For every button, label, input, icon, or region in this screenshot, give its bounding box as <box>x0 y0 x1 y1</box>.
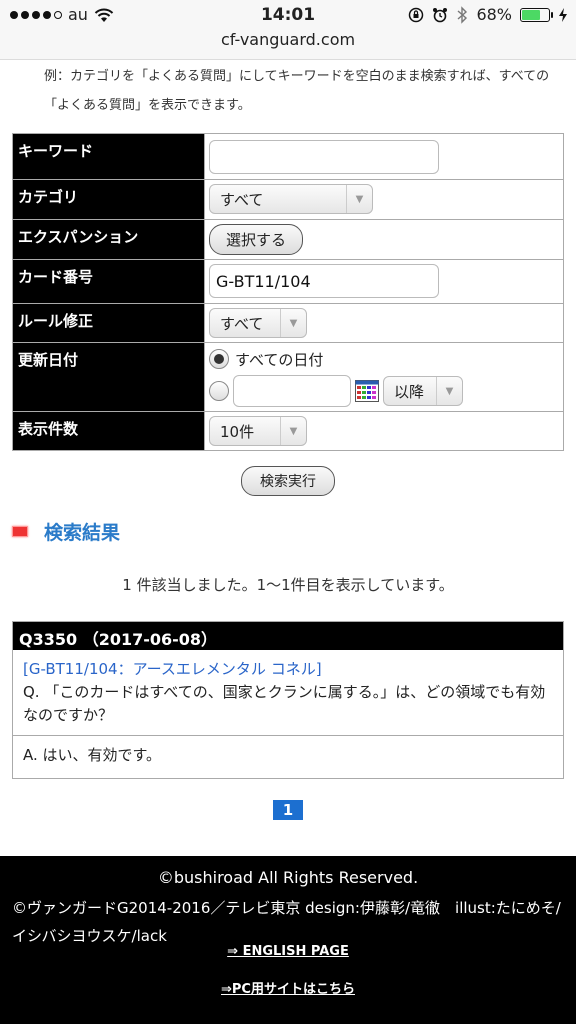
intro-text: 例：カテゴリを「よくある質問」にしてキーワードを空白のまま検索すれば、すべての「… <box>44 69 550 113</box>
address-bar-url[interactable]: cf-vanguard.com <box>0 30 576 49</box>
status-bar: au 14:01 68% cf-vanguard.com <box>0 0 576 60</box>
date-input[interactable] <box>233 375 351 407</box>
charging-icon <box>559 7 567 22</box>
result-header: Q3350 （2017-06-08） <box>13 622 563 650</box>
count-label: 表示件数 <box>12 411 205 451</box>
chevron-down-icon: ▼ <box>280 417 306 445</box>
rotation-lock-icon <box>409 7 424 22</box>
chevron-down-icon: ▼ <box>280 309 306 337</box>
question-text: Q. 「このカードはすべての、国家とクランに属する。」は、どの領域でも有効なので… <box>23 683 546 724</box>
count-select[interactable]: 10件 ▼ <box>209 416 307 446</box>
copyright-line-1: ©bushiroad All Rights Reserved. <box>157 868 419 887</box>
date-all-label: すべての日付 <box>235 350 324 369</box>
result-question: [G-BT11/104：アースエレメンタル コネル] Q. 「このカードはすべて… <box>13 650 563 736</box>
pc-site-link[interactable]: ⇒PC用サイトはこちら <box>0 978 576 997</box>
results-summary: 1 件該当しました。1〜1件目を表示しています。 <box>122 576 454 594</box>
date-direction-select[interactable]: 以降 ▼ <box>383 376 463 406</box>
answer-text: A. はい、有効です。 <box>23 746 162 764</box>
battery-percent: 68% <box>476 5 512 24</box>
english-page-link[interactable]: ⇒ ENGLISH PAGE <box>0 944 576 959</box>
alarm-icon <box>433 7 448 22</box>
status-right: 68% <box>408 5 568 24</box>
battery-icon <box>520 7 553 22</box>
results-heading: 検索結果 <box>12 518 120 544</box>
bluetooth-icon <box>457 5 468 24</box>
copyright-line-2: ©ヴァンガードG2014-2016／テレビ東京 design:伊藤彰/竜徹 il… <box>12 899 561 945</box>
chevron-down-icon: ▼ <box>346 185 372 213</box>
page-1-button[interactable]: 1 <box>272 800 304 820</box>
search-form: キーワード カテゴリ すべて ▼ エクスパンション 選択する カード番号 ルール修… <box>12 133 564 451</box>
rule-selected-value: すべて <box>220 314 264 333</box>
count-selected-value: 10件 <box>220 422 255 441</box>
expansion-label: エクスパンション <box>12 219 205 260</box>
date-label: 更新日付 <box>12 342 205 412</box>
rule-label: ルール修正 <box>12 303 205 343</box>
battery-level-fill <box>522 9 540 20</box>
card-link[interactable]: [G-BT11/104：アースエレメンタル コネル] <box>23 660 322 678</box>
keyword-label: キーワード <box>12 133 205 180</box>
expansion-select-button[interactable]: 選択する <box>209 224 304 255</box>
category-select[interactable]: すべて ▼ <box>209 184 373 214</box>
rule-select[interactable]: すべて ▼ <box>209 308 307 338</box>
date-specific-radio[interactable] <box>209 381 229 401</box>
calendar-icon[interactable] <box>355 380 379 402</box>
search-submit-button[interactable]: 検索実行 <box>241 466 335 496</box>
cardno-input[interactable] <box>209 264 439 298</box>
category-label: カテゴリ <box>12 179 205 220</box>
category-selected-value: すべて <box>220 190 264 209</box>
cardno-label: カード番号 <box>12 259 205 304</box>
date-all-radio[interactable] <box>209 349 229 369</box>
footer: ©bushiroad All Rights Reserved. ©ヴァンガードG… <box>0 856 576 1024</box>
pagination: 1 <box>0 800 576 820</box>
chevron-down-icon: ▼ <box>436 377 462 405</box>
result-card: Q3350 （2017-06-08） [G-BT11/104：アースエレメンタル… <box>12 621 564 779</box>
date-direction-value: 以降 <box>394 382 425 401</box>
flag-icon <box>12 525 28 537</box>
results-title: 検索結果 <box>44 521 121 544</box>
keyword-input[interactable] <box>209 140 439 174</box>
